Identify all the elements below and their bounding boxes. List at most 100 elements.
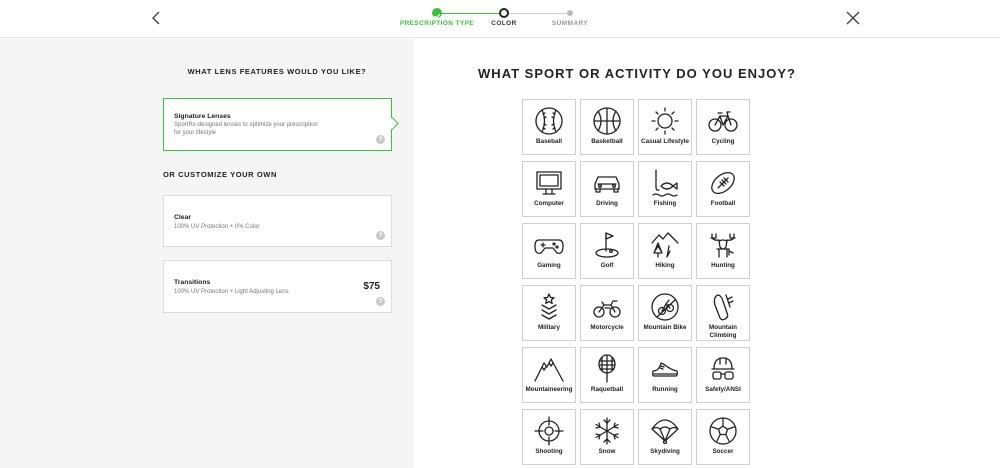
step-dot-upcoming <box>567 10 573 16</box>
activity-label: Safety/ANSI <box>705 386 741 393</box>
lens-option-desc: 100% UV Protection + 0% Color <box>174 224 260 230</box>
racquet-icon <box>591 353 623 385</box>
activity-label: Military <box>537 324 561 331</box>
back-button[interactable] <box>146 8 166 28</box>
activity-tile-soccer[interactable]: Soccer <box>696 409 750 465</box>
activity-label: Driving <box>596 200 618 207</box>
lens-option-price: $75 <box>363 281 380 292</box>
close-button[interactable] <box>843 8 863 28</box>
chevron-left-icon <box>152 11 160 25</box>
close-icon <box>846 11 860 25</box>
activity-tile-computer[interactable]: Computer <box>522 161 576 217</box>
activity-label: Cycling <box>711 138 735 145</box>
mountain-bike-icon <box>649 291 681 323</box>
help-icon[interactable]: ? <box>376 135 385 144</box>
activity-label: Snow <box>598 448 616 455</box>
activity-tile-military[interactable]: Military <box>522 285 576 341</box>
activity-label: Raquetball <box>590 386 624 393</box>
activity-tile-football[interactable]: Football <box>696 161 750 217</box>
lens-option-transitions[interactable]: Transitions 100% UV Protection + Light A… <box>163 260 392 313</box>
moose-icon <box>707 229 739 261</box>
safety-icon <box>707 353 739 385</box>
activity-tile-baseball[interactable]: Baseball <box>522 99 576 155</box>
activity-label: Mountain Climbing <box>709 324 737 339</box>
activity-label: Football <box>710 200 736 207</box>
activity-tile-mountain-climbing[interactable]: Mountain Climbing <box>696 285 750 341</box>
activity-tile-raquetball[interactable]: Raquetball <box>580 347 634 403</box>
activity-tile-basketball[interactable]: Basketball <box>580 99 634 155</box>
computer-icon <box>533 167 565 199</box>
lens-option-name: Clear <box>174 214 192 221</box>
activity-tile-golf[interactable]: Golf <box>580 223 634 279</box>
activity-label: Hiking <box>655 262 675 269</box>
military-icon <box>533 291 565 323</box>
activity-label: Basketball <box>591 138 623 145</box>
activity-tile-casual-lifestyle[interactable]: Casual Lifestyle <box>638 99 692 155</box>
activity-tile-motorcycle[interactable]: Motorcycle <box>580 285 634 341</box>
gamepad-icon <box>533 229 565 261</box>
basketball-icon <box>591 105 623 137</box>
soccer-icon <box>707 415 739 447</box>
help-icon[interactable]: ? <box>376 231 385 240</box>
baseball-icon <box>533 105 565 137</box>
crosshair-icon <box>533 415 565 447</box>
activity-tile-driving[interactable]: Driving <box>580 161 634 217</box>
help-icon[interactable]: ? <box>376 297 385 306</box>
activity-label: Skydiving <box>650 448 680 455</box>
activity-label: Soccer <box>712 448 734 455</box>
customize-title: OR CUSTOMIZE YOUR OWN <box>163 170 277 179</box>
activity-label: Fishing <box>653 200 677 207</box>
lens-option-name: Transitions <box>174 279 211 286</box>
motorcycle-icon <box>591 291 623 323</box>
activity-label: Shooting <box>535 448 563 455</box>
activity-label: Mountaineering <box>525 386 573 393</box>
football-icon <box>707 167 739 199</box>
activity-tile-snow[interactable]: Snow <box>580 409 634 465</box>
activity-tile-fishing[interactable]: Fishing <box>638 161 692 217</box>
activity-label: Gaming <box>537 262 561 269</box>
golf-icon <box>591 229 623 261</box>
bicycle-icon <box>707 105 739 137</box>
activity-grid: Baseball Basketball Casual Lifestyle Cyclin… <box>522 99 750 465</box>
step-label[interactable]: SUMMARY <box>525 20 615 27</box>
activity-tile-mountaineering[interactable]: Mountaineering <box>522 347 576 403</box>
activity-tile-running[interactable]: Running <box>638 347 692 403</box>
step-dot-complete <box>432 8 442 19</box>
activity-tile-skydiving[interactable]: Skydiving <box>638 409 692 465</box>
lens-option-name: Signature Lenses <box>174 113 231 120</box>
car-icon <box>591 167 623 199</box>
activity-tile-gaming[interactable]: Gaming <box>522 223 576 279</box>
mountain-icon <box>533 353 565 385</box>
activity-title: WHAT SPORT OR ACTIVITY DO YOU ENJOY? <box>478 66 796 81</box>
activity-tile-shooting[interactable]: Shooting <box>522 409 576 465</box>
snowflake-icon <box>591 415 623 447</box>
activity-tile-hunting[interactable]: Hunting <box>696 223 750 279</box>
activity-label: Casual Lifestyle <box>641 138 689 145</box>
activity-label: Mountain Bike <box>643 324 687 331</box>
activity-tile-safety-ansi[interactable]: Safety/ANSI <box>696 347 750 403</box>
activity-label: Motorcycle <box>590 324 624 331</box>
activity-tile-mountain-bike[interactable]: Mountain Bike <box>638 285 692 341</box>
top-header: PRESCRIPTION TYPE COLOR SUMMARY <box>0 0 1000 38</box>
carabiner-icon <box>707 291 739 323</box>
shoe-icon <box>649 353 681 385</box>
selected-caret-icon <box>386 117 399 130</box>
sun-icon <box>649 105 681 137</box>
stepper-progress <box>437 13 504 14</box>
activity-tile-cycling[interactable]: Cycling <box>696 99 750 155</box>
lens-option-desc: 100% UV Protection + Light Adjusting Len… <box>174 289 289 295</box>
hiking-icon <box>649 229 681 261</box>
activity-label: Running <box>652 386 678 393</box>
lens-features-panel: WHAT LENS FEATURES WOULD YOU LIKE? Signa… <box>0 39 414 468</box>
activity-label: Computer <box>534 200 564 207</box>
parachute-icon <box>649 415 681 447</box>
lens-option-desc: SportRx-designed lenses to optimize your… <box>174 122 318 136</box>
lens-option-clear[interactable]: Clear 100% UV Protection + 0% Color ? <box>163 195 392 247</box>
fish-icon <box>649 167 681 199</box>
activity-label: Hunting <box>711 262 735 269</box>
step-dot-current <box>499 8 509 18</box>
lens-option-signature[interactable]: Signature Lenses SportRx-designed lenses… <box>163 98 399 151</box>
activity-tile-hiking[interactable]: Hiking <box>638 223 692 279</box>
activity-label: Golf <box>600 262 614 269</box>
activity-label: Baseball <box>536 138 562 145</box>
